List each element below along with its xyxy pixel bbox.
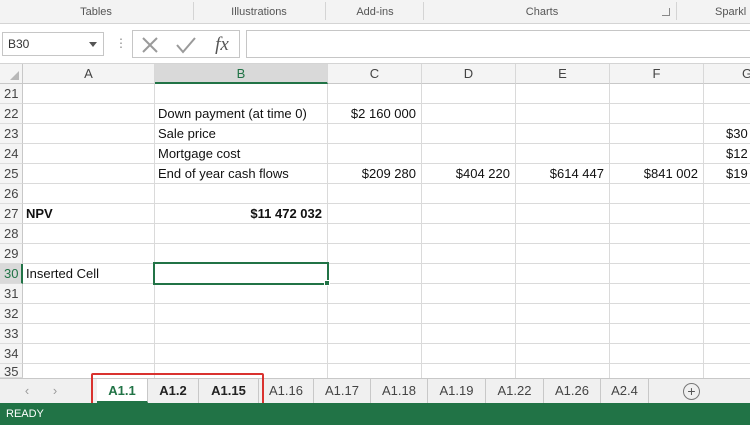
gridline xyxy=(23,323,750,324)
ribbon-group-illustrations: Illustrations xyxy=(231,6,287,18)
row-header-30[interactable]: 30 xyxy=(0,264,23,284)
row-header-23[interactable]: 23 xyxy=(0,124,23,144)
selected-cell-b30[interactable] xyxy=(153,262,329,285)
cell-e25[interactable]: $614 447 xyxy=(516,164,609,184)
cell-d25[interactable]: $404 220 xyxy=(422,164,515,184)
name-box-value: B30 xyxy=(8,37,30,51)
sheet-tab-a1-22[interactable]: A1.22 xyxy=(486,379,544,403)
annotation-highlight-box xyxy=(91,373,264,407)
cell-g25[interactable]: $19 xyxy=(704,164,750,184)
ribbon-group-sparklines: Sparkl xyxy=(715,6,747,18)
sheet-tab-a1-18[interactable]: A1.18 xyxy=(371,379,428,403)
cell-b23[interactable]: Sale price xyxy=(155,124,327,144)
formula-buttons: fx xyxy=(132,30,240,58)
column-header-b[interactable]: B xyxy=(155,64,328,84)
sheet-tab-a2-4[interactable]: A2.4 xyxy=(601,379,649,403)
ribbon-separator xyxy=(676,2,677,20)
drag-handle-icon[interactable]: ⋮ xyxy=(115,36,127,50)
cell-f25[interactable]: $841 002 xyxy=(610,164,703,184)
cell-a27[interactable]: NPV xyxy=(23,204,154,224)
ribbon-group-tables: Tables xyxy=(80,6,112,18)
cell-g23[interactable]: $30 xyxy=(704,124,750,144)
gridline xyxy=(327,84,328,378)
ribbon-group-addins: Add-ins xyxy=(356,6,394,18)
charts-dialog-launcher-icon[interactable] xyxy=(662,8,670,16)
cell-g24[interactable]: $12 xyxy=(704,144,750,164)
row-header-31[interactable]: 31 xyxy=(0,284,23,304)
column-header-a[interactable]: A xyxy=(23,64,155,84)
row-header-22[interactable]: 22 xyxy=(0,104,23,124)
scroll-tabs-right-icon[interactable]: › xyxy=(48,383,62,398)
select-all-icon xyxy=(10,71,19,80)
row-header-26[interactable]: 26 xyxy=(0,184,23,204)
cell-b25[interactable]: End of year cash flows xyxy=(155,164,327,184)
gridline xyxy=(515,84,516,378)
row-header-32[interactable]: 32 xyxy=(0,304,23,324)
row-header-33[interactable]: 33 xyxy=(0,324,23,344)
row-header-24[interactable]: 24 xyxy=(0,144,23,164)
column-header-d[interactable]: D xyxy=(422,64,516,84)
row-header-29[interactable]: 29 xyxy=(0,244,23,264)
cell-b24[interactable]: Mortgage cost xyxy=(155,144,327,164)
column-header-e[interactable]: E xyxy=(516,64,610,84)
column-header-g[interactable]: G xyxy=(704,64,750,84)
cell-c22[interactable]: $2 160 000 xyxy=(328,104,421,124)
column-header-c[interactable]: C xyxy=(328,64,422,84)
gridline xyxy=(609,84,610,378)
ribbon-separator xyxy=(423,2,424,20)
gridline xyxy=(23,303,750,304)
status-bar: READY xyxy=(0,403,750,425)
cell-b22[interactable]: Down payment (at time 0) xyxy=(155,104,327,124)
gridline xyxy=(421,84,422,378)
sheet-tab-a1-19[interactable]: A1.19 xyxy=(428,379,486,403)
formula-input[interactable] xyxy=(246,30,750,58)
sheet-tab-a1-16[interactable]: A1.16 xyxy=(259,379,314,403)
cell-c25[interactable]: $209 280 xyxy=(328,164,421,184)
gridline xyxy=(23,143,750,144)
fill-handle[interactable] xyxy=(324,280,330,286)
scroll-tabs-left-icon[interactable]: ‹ xyxy=(20,383,34,398)
cell-grid[interactable]: Down payment (at time 0) $2 160 000 Sale… xyxy=(23,84,750,378)
row-header-34[interactable]: 34 xyxy=(0,344,23,364)
name-box[interactable]: B30 xyxy=(2,32,104,56)
gridline xyxy=(23,243,750,244)
select-all-button[interactable] xyxy=(0,64,23,84)
gridline xyxy=(23,343,750,344)
row-header-25[interactable]: 25 xyxy=(0,164,23,184)
row-header-27[interactable]: 27 xyxy=(0,204,23,224)
chevron-down-icon[interactable] xyxy=(89,42,97,47)
ribbon-separator xyxy=(193,2,194,20)
formula-bar: B30 ⋮ fx xyxy=(0,24,750,64)
sheet-tab-a1-17[interactable]: A1.17 xyxy=(314,379,371,403)
insert-function-button[interactable]: fx xyxy=(209,33,235,57)
row-header-21[interactable]: 21 xyxy=(0,84,23,104)
cell-a30[interactable]: Inserted Cell xyxy=(23,264,154,284)
ribbon-group-labels: Tables Illustrations Add-ins Charts Spar… xyxy=(0,0,750,24)
checkmark-icon[interactable] xyxy=(173,33,199,57)
cancel-x-icon[interactable] xyxy=(137,33,163,57)
sheet-tab-a1-26[interactable]: A1.26 xyxy=(544,379,601,403)
row-header-35[interactable]: 35 xyxy=(0,364,23,378)
ribbon-separator xyxy=(325,2,326,20)
column-header-f[interactable]: F xyxy=(610,64,704,84)
status-text: READY xyxy=(6,408,44,420)
row-header-28[interactable]: 28 xyxy=(0,224,23,244)
add-sheet-plus-icon[interactable]: + xyxy=(683,383,700,400)
ribbon-group-charts: Charts xyxy=(525,6,559,18)
gridline xyxy=(23,363,750,364)
cell-b27[interactable]: $11 472 032 xyxy=(155,204,327,224)
